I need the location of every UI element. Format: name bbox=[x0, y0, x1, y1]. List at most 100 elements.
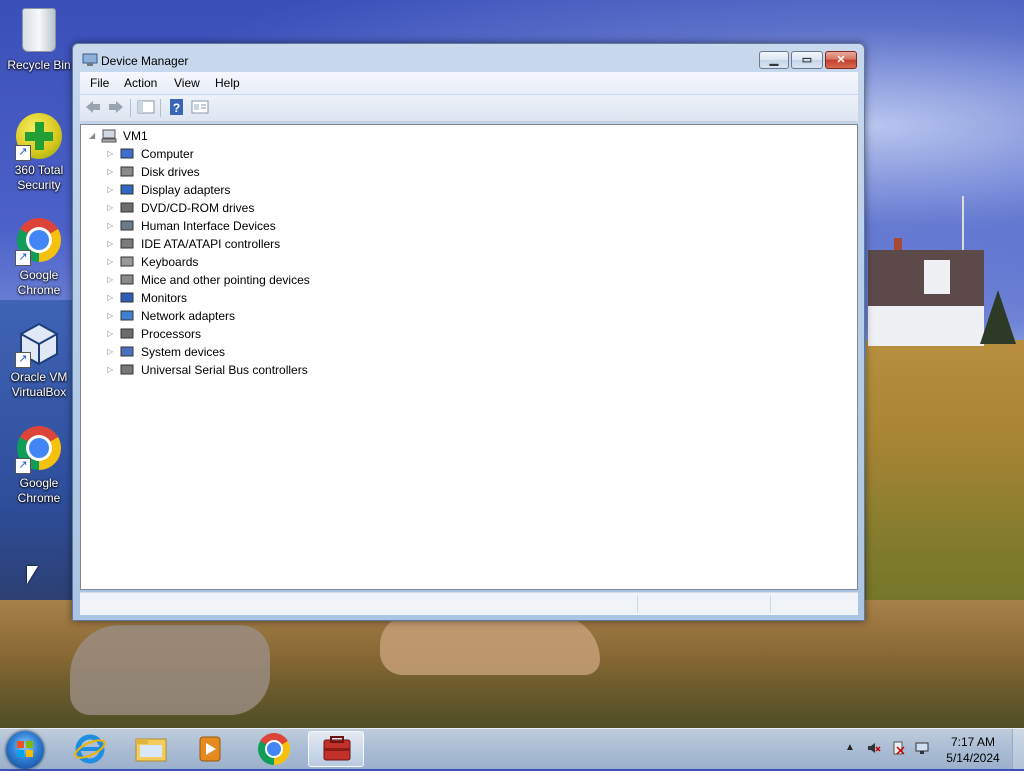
tree-node-label: Mice and other pointing devices bbox=[141, 273, 310, 287]
taskbar: ▲ 7:17 AM 5/14/2024 bbox=[0, 728, 1024, 769]
wallpaper-rock bbox=[70, 625, 270, 715]
expand-arrow-icon[interactable]: ▷ bbox=[107, 343, 117, 361]
network-icon[interactable] bbox=[915, 741, 929, 755]
tree-node[interactable]: ▷ Mice and other pointing devices bbox=[107, 271, 367, 289]
tree-node-label: DVD/CD-ROM drives bbox=[141, 201, 255, 215]
display-adapter-icon bbox=[120, 184, 134, 195]
forward-arrow-icon[interactable] bbox=[107, 99, 125, 115]
menu-file[interactable]: File bbox=[90, 76, 109, 90]
toolbar-separator bbox=[130, 99, 131, 117]
wallpaper-house bbox=[868, 238, 984, 346]
computer-icon bbox=[120, 148, 134, 159]
expand-arrow-icon[interactable]: ▷ bbox=[107, 253, 117, 271]
show-desktop-button[interactable] bbox=[1012, 729, 1024, 769]
desktop-icon-label: Recycle Bin bbox=[7, 58, 71, 72]
system-clock[interactable]: 7:17 AM 5/14/2024 bbox=[940, 734, 1006, 766]
taskbar-file-explorer[interactable] bbox=[122, 731, 178, 767]
expand-arrow-icon[interactable]: ▷ bbox=[107, 235, 117, 253]
close-button[interactable]: ✕ bbox=[825, 51, 857, 69]
tree-node[interactable]: ▷ Disk drives bbox=[107, 163, 367, 181]
tree-node[interactable]: ▷ Keyboards bbox=[107, 253, 367, 271]
expand-arrow-icon[interactable]: ▷ bbox=[107, 271, 117, 289]
help-icon[interactable]: ? bbox=[168, 99, 186, 115]
expand-arrow-icon[interactable]: ▷ bbox=[107, 163, 117, 181]
menu-help[interactable]: Help bbox=[215, 76, 240, 90]
expand-arrow-icon[interactable]: ▷ bbox=[107, 307, 117, 325]
tree-node[interactable]: ▷ Network adapters bbox=[107, 307, 367, 325]
ide-controller-icon bbox=[120, 238, 134, 249]
tree-node[interactable]: ▷ DVD/CD-ROM drives bbox=[107, 199, 367, 217]
desktop-icon-label: Oracle VM VirtualBox bbox=[10, 370, 68, 399]
menu-view[interactable]: View bbox=[174, 76, 200, 90]
desktop-icon-360-total-security[interactable]: ↗ 360 Total Security bbox=[1, 112, 77, 193]
tree-node[interactable]: ▷ IDE ATA/ATAPI controllers bbox=[107, 235, 367, 253]
minimize-button[interactable]: ▁ bbox=[759, 51, 789, 69]
tree-node[interactable]: ▷ Computer bbox=[107, 145, 367, 163]
tree-node[interactable]: ▷ System devices bbox=[107, 343, 367, 361]
expand-arrow-icon[interactable]: ▷ bbox=[107, 199, 117, 217]
maximize-button[interactable]: ▭ bbox=[791, 51, 823, 69]
show-hidden-icons[interactable]: ▲ bbox=[845, 742, 859, 756]
expand-arrow-icon[interactable]: ▷ bbox=[107, 217, 117, 235]
tree-node-label: Human Interface Devices bbox=[141, 219, 276, 233]
tree-node-label: IDE ATA/ATAPI controllers bbox=[141, 237, 281, 251]
action-center-icon[interactable] bbox=[891, 741, 905, 755]
device-manager-app-icon bbox=[82, 53, 98, 66]
show-hide-tree-icon[interactable] bbox=[137, 99, 155, 115]
system-devices-icon bbox=[120, 346, 134, 357]
tree-node[interactable]: ▷ Display adapters bbox=[107, 181, 367, 199]
virtualbox-icon: ↗ bbox=[15, 320, 63, 368]
mouse-cursor bbox=[27, 566, 38, 584]
window-title: Device Manager bbox=[101, 54, 189, 68]
device-tree: ◢ VM1 ▷ Computer ▷ Disk drives ▷ Display adap… bbox=[80, 124, 858, 590]
svg-text:?: ? bbox=[173, 101, 180, 115]
desktop-icon-virtualbox[interactable]: ↗ Oracle VM VirtualBox bbox=[1, 320, 77, 400]
tree-node-label: Disk drives bbox=[141, 165, 200, 179]
chrome-icon: ↗ bbox=[15, 426, 63, 474]
wallpaper-rock bbox=[380, 615, 600, 675]
tree-root[interactable]: ◢ VM1 bbox=[89, 127, 289, 145]
taskbar-media-player[interactable] bbox=[182, 731, 238, 767]
expand-arrow-icon[interactable]: ▷ bbox=[107, 325, 117, 343]
tree-node[interactable]: ▷ Human Interface Devices bbox=[107, 217, 367, 235]
windows-logo-icon bbox=[17, 741, 33, 757]
shortcut-arrow-icon: ↗ bbox=[15, 250, 31, 266]
tree-node-label: System devices bbox=[141, 345, 226, 359]
desktop-icon-google-chrome[interactable]: ↗ Google Chrome bbox=[1, 424, 77, 506]
taskbar-internet-explorer[interactable] bbox=[62, 731, 118, 767]
usb-icon bbox=[120, 364, 134, 375]
keyboard-icon bbox=[120, 256, 134, 267]
back-arrow-icon[interactable] bbox=[84, 99, 102, 115]
expand-arrow-icon[interactable]: ▷ bbox=[107, 145, 117, 163]
taskbar-chrome[interactable] bbox=[246, 731, 302, 767]
menu-action[interactable]: Action bbox=[124, 76, 157, 90]
wallpaper-tree bbox=[980, 290, 1016, 344]
tree-node-label: Processors bbox=[141, 327, 202, 341]
mouse-icon bbox=[120, 274, 134, 285]
start-button[interactable] bbox=[6, 731, 44, 769]
tree-node[interactable]: ▷ Universal Serial Bus controllers bbox=[107, 361, 367, 379]
collapse-arrow-icon[interactable]: ◢ bbox=[89, 127, 99, 145]
file-explorer-icon bbox=[135, 738, 167, 762]
properties-icon[interactable] bbox=[191, 99, 209, 115]
hid-icon bbox=[120, 220, 134, 231]
tree-node-label: Universal Serial Bus controllers bbox=[141, 363, 308, 377]
tree-node[interactable]: ▷ Processors bbox=[107, 325, 367, 343]
chrome-icon bbox=[258, 733, 290, 765]
expand-arrow-icon[interactable]: ▷ bbox=[107, 181, 117, 199]
shortcut-arrow-icon: ↗ bbox=[15, 458, 31, 474]
desktop-icon-label: Google Chrome bbox=[17, 476, 61, 505]
monitor-icon bbox=[120, 292, 134, 303]
expand-arrow-icon[interactable]: ▷ bbox=[107, 361, 117, 379]
expand-arrow-icon[interactable]: ▷ bbox=[107, 289, 117, 307]
desktop-icon-google-chrome[interactable]: ↗ Google Chrome bbox=[1, 216, 77, 298]
computer-root-icon bbox=[101, 129, 117, 143]
shortcut-arrow-icon: ↗ bbox=[15, 352, 31, 368]
desktop-icon-label: Google Chrome bbox=[17, 268, 61, 297]
device-manager-icon bbox=[323, 736, 351, 761]
volume-muted-icon[interactable] bbox=[867, 741, 881, 755]
desktop-icon-recycle-bin[interactable]: Recycle Bin bbox=[1, 6, 77, 73]
tree-root-label: VM1 bbox=[123, 129, 148, 143]
tree-node[interactable]: ▷ Monitors bbox=[107, 289, 367, 307]
taskbar-device-manager[interactable] bbox=[308, 731, 364, 767]
